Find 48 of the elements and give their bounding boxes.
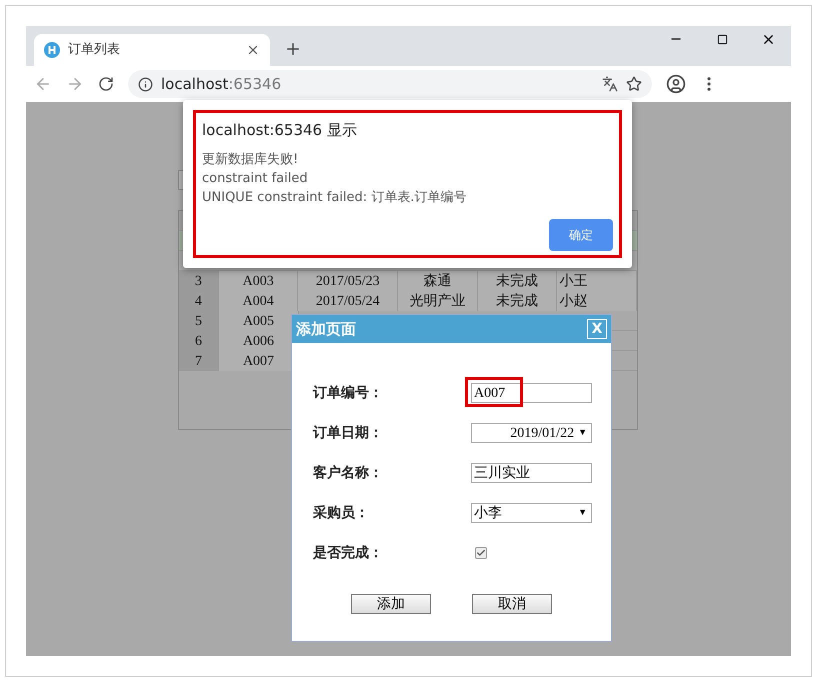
tab-title: 订单列表 (68, 41, 121, 60)
alert-message: constraint failed (202, 170, 309, 188)
table-cell: A003 (218, 271, 298, 291)
table-cell: 2017/05/23 (298, 271, 398, 291)
info-icon (138, 76, 153, 92)
translate-icon[interactable] (602, 76, 618, 92)
bookmark-star-icon[interactable] (626, 76, 642, 92)
dropdown-arrow: ▼ (578, 506, 588, 520)
select-value: 小李 (474, 504, 502, 522)
url-text: localhost:65346 (161, 74, 282, 95)
table-cell: 森通 (398, 271, 478, 291)
new-tab-icon[interactable] (284, 40, 302, 58)
row-number: 4 (179, 291, 219, 311)
text-field[interactable]: A007 (471, 383, 592, 403)
field-label: 订单编号： (313, 384, 383, 402)
table-cell: 小赵 (557, 291, 638, 311)
address-bar[interactable]: localhost:65346 (128, 70, 652, 98)
field-label: 采购员： (313, 504, 369, 522)
checkbox[interactable] (475, 547, 487, 559)
field-label: 客户名称： (313, 464, 383, 482)
alert-message: UNIQUE constraint failed: 订单表.订单编号 (202, 188, 468, 206)
dialog-button[interactable]: 取消 (472, 594, 552, 614)
profile-icon[interactable] (666, 74, 686, 94)
row-number: 3 (179, 271, 219, 291)
table-cell: 小王 (557, 271, 638, 291)
close-tab-icon[interactable] (246, 43, 260, 57)
select-value: 2019/01/22 (510, 424, 574, 442)
browser-tab[interactable]: 订单列表 (34, 34, 270, 66)
dropdown-arrow: ▼ (578, 426, 588, 440)
select-field[interactable]: 2019/01/22 ▼ (471, 423, 592, 443)
site-logo-icon (44, 42, 60, 58)
table-cell: 未完成 (478, 271, 558, 291)
alert-message: 更新数据库失败! (202, 150, 300, 168)
row-number: 7 (179, 351, 219, 371)
field-label: 是否完成： (313, 544, 383, 562)
select-field[interactable]: 小李 ▼ (471, 503, 592, 523)
text-field[interactable]: 三川实业 (471, 463, 592, 483)
table-cell: A004 (218, 291, 298, 311)
table-cell: 光明产业 (398, 291, 478, 311)
dialog-button[interactable]: 添加 (351, 594, 431, 614)
row-number: 5 (179, 311, 219, 331)
row-number: 6 (179, 331, 219, 351)
table-cell: 未完成 (478, 291, 558, 311)
alert-title: localhost:65346 显示 (202, 120, 358, 141)
reload-icon[interactable] (98, 76, 114, 92)
table-cell: 2017/05/24 (298, 291, 398, 311)
maximize-icon[interactable] (716, 34, 728, 44)
field-label: 订单日期： (313, 424, 383, 442)
